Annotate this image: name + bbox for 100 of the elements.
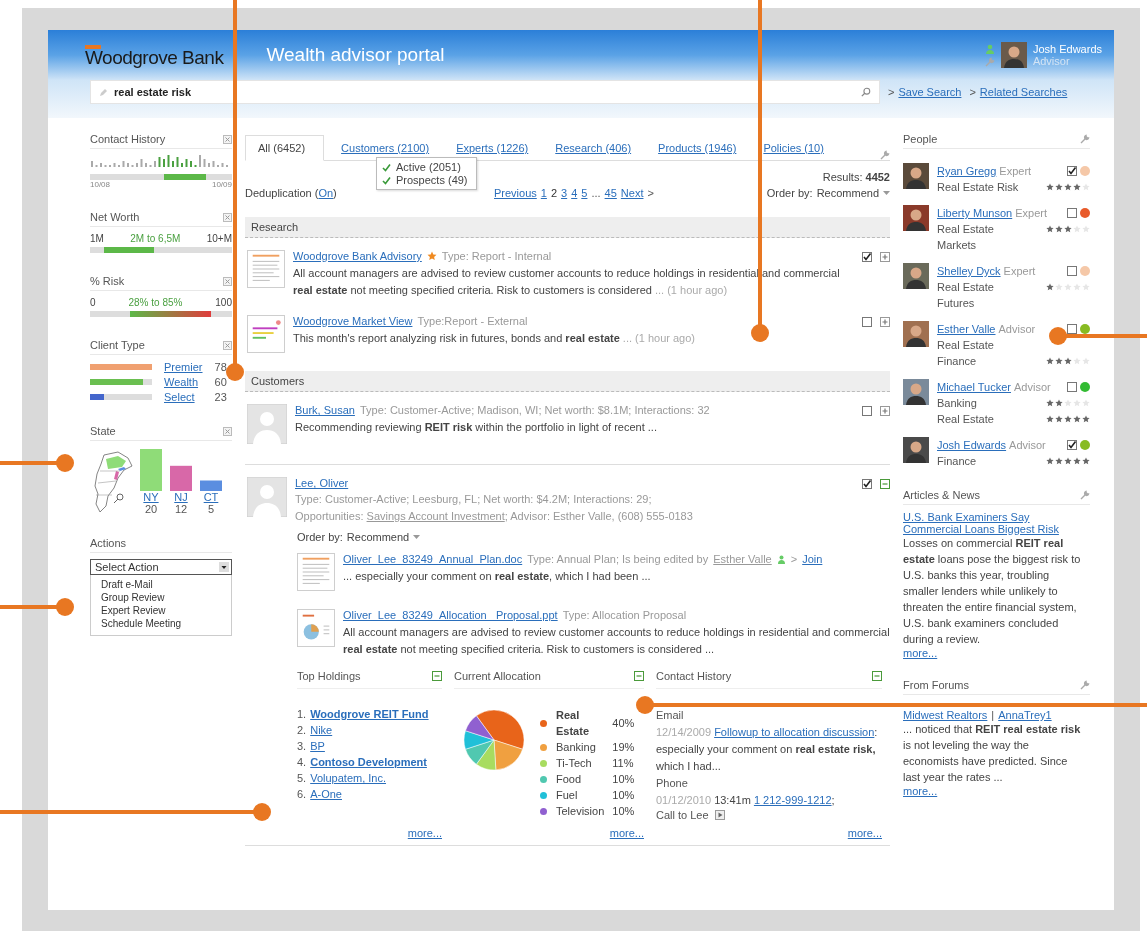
tab[interactable]: Research (406) — [545, 138, 642, 160]
wrench-icon[interactable] — [880, 150, 890, 160]
person-link[interactable]: Shelley Dyck — [937, 263, 1001, 279]
page-link[interactable]: 45 — [604, 187, 617, 199]
more-link[interactable]: more... — [407, 821, 442, 839]
order-dropdown[interactable]: Recommend — [346, 531, 410, 543]
state-link[interactable]: NY — [140, 491, 162, 503]
article-text: Losses on commercial REIT real estate loans pose the biggest risk to U.S. banks this year, troubling smaller lenders while unlikely to threaten the entire financial system, U.S. bank examiners concluded during a review. — [903, 536, 1082, 647]
holding-link[interactable]: Nike — [310, 723, 333, 738]
file-type: Type: Annual Plan; Is being edited by — [527, 553, 709, 565]
menu-item[interactable]: Prospects (49) — [382, 174, 468, 186]
client-type-link[interactable]: Wealth — [164, 376, 203, 388]
tab[interactable]: All (6452) — [245, 135, 325, 161]
search-link[interactable]: Related Searches — [979, 86, 1068, 98]
tab[interactable]: Policies (10) — [753, 138, 834, 160]
page-link[interactable]: 3 — [561, 187, 568, 199]
article-link[interactable]: U.S. Bank Examiners Say Commercial Loans Biggest Risk — [903, 511, 1090, 535]
contact-link[interactable]: 1 212-999-1212 — [753, 794, 832, 806]
client-type-link[interactable]: Select — [164, 391, 203, 403]
result-title-link[interactable]: Burk, Susan — [295, 404, 355, 416]
person-link[interactable]: Josh Edwards — [937, 437, 1007, 453]
close-icon[interactable] — [223, 276, 232, 286]
checkbox[interactable] — [1067, 166, 1077, 176]
star-icon[interactable] — [426, 251, 437, 261]
forum-link[interactable]: Midwest Realtors — [903, 709, 988, 721]
person-photo — [1000, 42, 1027, 68]
next-link[interactable]: Next — [620, 187, 644, 199]
action-dropdown[interactable]: Select Action — [90, 559, 232, 575]
collapse-button[interactable] — [634, 671, 644, 681]
client-type-link[interactable]: Premier — [164, 361, 203, 373]
legend-value: 10% — [612, 804, 635, 819]
result-title-link[interactable]: Woodgrove Market View — [293, 315, 413, 327]
checkbox[interactable] — [1067, 208, 1077, 218]
search-link[interactable]: Save Search — [898, 86, 962, 98]
close-icon[interactable] — [223, 212, 232, 222]
checkbox[interactable] — [1067, 324, 1077, 334]
wrench-icon[interactable] — [1080, 134, 1090, 144]
holding-link[interactable]: A-One — [310, 787, 342, 802]
customer-name-link[interactable]: Lee, Oliver — [295, 477, 349, 489]
join-link[interactable]: Join — [802, 553, 823, 565]
more-link[interactable]: more... — [847, 821, 882, 839]
close-icon[interactable] — [223, 340, 232, 350]
search-icon[interactable] — [861, 87, 871, 97]
checkbox[interactable] — [1067, 440, 1077, 450]
close-icon[interactable] — [223, 426, 232, 436]
tab[interactable]: Experts (1226) — [446, 138, 539, 160]
tab[interactable]: Customers (2100) — [331, 138, 440, 160]
search-field[interactable]: real estate risk — [90, 80, 880, 104]
result-title-link[interactable]: Woodgrove Bank Advisory — [293, 250, 422, 262]
previous-link[interactable]: Previous — [494, 187, 537, 199]
tab[interactable]: Products (1946) — [648, 138, 747, 160]
client-count: 78 — [214, 361, 227, 373]
file-link[interactable]: Oliver_Lee_83249_Annual_Plan.doc — [343, 553, 523, 565]
person-link[interactable]: Liberty Munson — [937, 205, 1013, 221]
wrench-icon[interactable] — [1080, 490, 1090, 500]
checkbox[interactable] — [862, 252, 872, 262]
holding-link[interactable]: Volupatem, Inc. — [310, 771, 386, 786]
editor-link[interactable]: Esther Valle — [713, 553, 772, 565]
collapse-button[interactable] — [872, 671, 882, 681]
dropdown-option[interactable]: Expert Review — [101, 605, 221, 616]
checkbox[interactable] — [862, 317, 872, 327]
forum-link[interactable]: AnnaTrey1 — [998, 709, 1052, 721]
page-link[interactable]: 5 — [581, 187, 588, 199]
state-link[interactable]: CT — [200, 491, 222, 503]
person-photo — [903, 205, 929, 231]
more-link[interactable]: more... — [609, 821, 644, 839]
person-link[interactable]: Ryan Gregg — [937, 163, 997, 179]
menu-item[interactable]: Active (2051) — [382, 161, 468, 173]
holding-link[interactable]: Contoso Development — [310, 755, 427, 770]
collapse-button[interactable] — [880, 479, 890, 489]
state-link[interactable]: NJ — [170, 491, 192, 503]
close-icon[interactable] — [223, 134, 232, 144]
expand-button[interactable] — [880, 252, 890, 262]
person-icon[interactable] — [984, 43, 995, 54]
more-link[interactable]: more... — [903, 785, 938, 797]
person-link[interactable]: Michael Tucker — [937, 379, 1011, 395]
expand-button[interactable] — [880, 317, 890, 327]
opportunity-link[interactable]: Savings Account Investment — [366, 510, 505, 522]
checkbox[interactable] — [1067, 266, 1077, 276]
dropdown-option[interactable]: Group Review — [101, 592, 221, 603]
collapse-button[interactable] — [432, 671, 442, 681]
more-link[interactable]: more... — [903, 647, 938, 659]
expand-button[interactable] — [880, 406, 890, 416]
checkbox[interactable] — [862, 479, 872, 489]
dropdown-option[interactable]: Draft e-Mail — [101, 579, 221, 590]
file-snippet: All account managers are advised to review customer accounts to reduce holdings in residential and commercial real estate not meeting specified criteria. Risk to customers is considered ... — [343, 625, 890, 657]
person-link[interactable]: Esther Valle — [937, 321, 996, 337]
order-dropdown[interactable]: Recommend — [816, 187, 879, 199]
play-icon[interactable] — [714, 810, 725, 820]
page-link[interactable]: 4 — [571, 187, 578, 199]
wrench-icon[interactable] — [1080, 680, 1090, 690]
checkbox[interactable] — [862, 406, 872, 416]
holding-link[interactable]: BP — [310, 739, 325, 754]
file-link[interactable]: Oliver_Lee_83249_Allocation _Proposal.ppt — [343, 609, 558, 621]
checkbox[interactable] — [1067, 382, 1077, 392]
page-link[interactable]: 1 — [540, 187, 547, 199]
ellipsis: ... — [591, 187, 601, 199]
dropdown-option[interactable]: Schedule Meeting — [101, 618, 221, 629]
holding-link[interactable]: Woodgrove REIT Fund — [310, 707, 429, 722]
widget-title: Contact History — [90, 133, 166, 145]
